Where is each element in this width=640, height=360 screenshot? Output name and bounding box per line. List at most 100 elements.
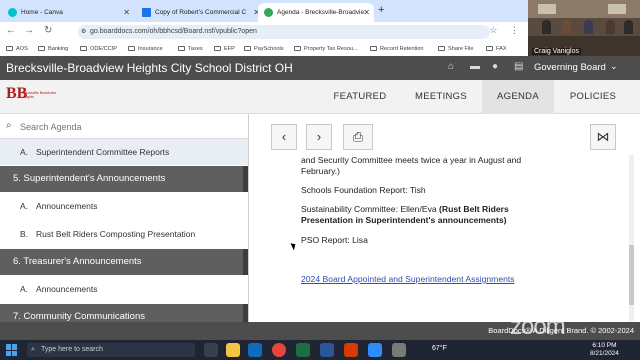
chevron-down-icon[interactable]: ⌄ [610, 61, 618, 72]
search-icon: ⌕ [31, 346, 35, 353]
forward-icon[interactable]: → [24, 25, 34, 36]
chevron-left-icon: ‹ [281, 129, 287, 144]
video-window-shape [608, 4, 626, 14]
content-text: February.) [301, 166, 340, 176]
boarddocs-icon [264, 8, 273, 17]
agenda-item[interactable]: A. Superintendent Committee Reports [0, 139, 248, 165]
agenda-section[interactable]: 7. Community Communications [0, 304, 248, 322]
bookmark-taxes[interactable]: Taxes [178, 42, 203, 56]
agenda-sidebar: ⌕ A.Superintendent Committee Reports 5. … [0, 114, 249, 322]
assignments-link[interactable]: 2024 Board Appointed and Superintendent … [301, 274, 515, 284]
task-view-icon[interactable] [204, 343, 218, 357]
taskbar-search-placeholder: Type here to search [41, 346, 103, 353]
user-icon[interactable]: ● [492, 61, 498, 72]
notes-icon[interactable]: ▤ [514, 61, 523, 72]
bookmark-efp[interactable]: EFP [214, 42, 235, 56]
share-button[interactable]: ⋈ [590, 124, 616, 150]
tab-policies[interactable]: POLICIES [558, 80, 628, 114]
search-input[interactable] [20, 119, 230, 134]
pso-report: PSO Report: Lisa [301, 235, 368, 245]
app-icon[interactable] [392, 343, 406, 357]
agenda-item[interactable]: A. Announcements [0, 193, 248, 219]
next-item-button[interactable]: › [306, 124, 332, 150]
bookmark-record-retention[interactable]: Record Retention [370, 42, 424, 56]
search-icon[interactable]: ⌕ [6, 120, 12, 131]
address-bar-actions[interactable]: ☆ ⋮ [489, 25, 524, 36]
bookmark-aos[interactable]: AOS [6, 42, 28, 56]
content-scrollbar-thumb[interactable] [629, 245, 634, 305]
agenda-item[interactable]: A. Announcements [0, 276, 248, 302]
agenda-section[interactable]: 6. Treasurer's Announcements [0, 249, 248, 275]
bookmark-share-file[interactable]: Share File [438, 42, 474, 56]
print-button[interactable]: ⎙ [343, 124, 373, 150]
tab-featured[interactable]: FEATURED [324, 80, 396, 114]
browser-tab-docs[interactable]: Copy of Robert's Commercial C ✕ [136, 3, 264, 22]
sustainability-report-cont: Presentation in Superintendent's announc… [301, 215, 507, 225]
tab-agenda[interactable]: AGENDA [482, 80, 554, 114]
logo-text: Brecksville Broadview Heights [22, 91, 57, 99]
previous-item-button[interactable]: ‹ [271, 124, 297, 150]
site-header: Brecksville-Broadview Heights City Schoo… [0, 56, 640, 80]
word-icon[interactable] [320, 343, 334, 357]
site-title: Brecksville-Broadview Heights City Schoo… [6, 61, 293, 75]
bookmark-property-tax[interactable]: Property Tax Resou... [294, 42, 358, 56]
share-icon: ⋈ [596, 129, 610, 144]
chrome-icon[interactable] [272, 343, 286, 357]
main-navigation: BB Brecksville Broadview Heights FEATURE… [0, 80, 640, 114]
weather-widget[interactable]: 67°F [432, 345, 447, 352]
url-field[interactable]: ⚙ go.boarddocs.com/oh/bbhcsd/Board.nsf/v… [78, 25, 490, 39]
governing-board-selector[interactable]: Governing Board [534, 62, 606, 73]
system-clock[interactable]: 6:10 PM 8/21/2024 [590, 342, 619, 358]
browser-tab-label: Home - Canva [21, 9, 63, 16]
content-text: and Security Committee meets twice a yea… [301, 155, 522, 165]
bookmark-banking[interactable]: Banking [38, 42, 68, 56]
windows-start-icon[interactable] [6, 344, 18, 356]
folder-icon[interactable]: ▬ [470, 61, 480, 72]
video-person-shape [606, 20, 615, 34]
agenda-item[interactable]: B. Rust Belt Riders Composting Presentati… [0, 221, 248, 247]
browser-tab-canva[interactable]: Home - Canva ✕ [2, 3, 134, 22]
browser-tab-strip: Home - Canva ✕ Copy of Robert's Commerci… [0, 0, 528, 22]
agenda-section[interactable]: 5. Superintendent's Announcements [0, 166, 248, 192]
close-tab-icon[interactable]: ✕ [363, 3, 370, 22]
excel-icon[interactable] [296, 343, 310, 357]
canva-icon [8, 8, 17, 17]
outlook-icon[interactable] [248, 343, 262, 357]
agenda-item-content: and Security Committee meets twice a yea… [256, 155, 634, 321]
close-tab-icon[interactable]: ✕ [123, 3, 130, 22]
reload-icon[interactable]: ↻ [44, 25, 52, 36]
acrobat-icon[interactable] [344, 343, 358, 357]
district-logo: BB Brecksville Broadview Heights [6, 85, 66, 109]
new-tab-button[interactable]: + [378, 4, 384, 16]
address-bar-row: ← → ↻ ⚙ go.boarddocs.com/oh/bbhcsd/Board… [0, 22, 528, 42]
site-info-icon[interactable]: ⚙ [81, 25, 86, 39]
bookmarks-bar: AOS Banking ODE/CCIP Insurance Taxes EFP… [0, 42, 528, 56]
browser-tab-agenda[interactable]: Agenda - Brecksville-Broadvie ✕ [258, 3, 374, 22]
video-person-shape [562, 20, 571, 34]
google-docs-icon [142, 8, 151, 17]
bookmark-insurance[interactable]: Insurance [128, 42, 163, 56]
zoom-video-panel: Craig Vaniglos [528, 0, 640, 62]
windows-taskbar: ⌕ Type here to search 67°F 6:10 PM 8/21/… [0, 340, 640, 360]
browser-tab-label: Copy of Robert's Commercial C [155, 9, 247, 16]
bookmark-payschools[interactable]: PaySchools [244, 42, 284, 56]
bookmark-fax[interactable]: FAX [486, 42, 507, 56]
video-person-shape [542, 20, 551, 34]
tab-meetings[interactable]: MEETINGS [404, 80, 478, 114]
home-icon[interactable]: ⌂ [448, 61, 454, 72]
video-person-shape [584, 20, 593, 34]
zoom-watermark: zoom [510, 313, 566, 340]
back-icon[interactable]: ← [6, 25, 16, 36]
taskbar-search[interactable]: ⌕ Type here to search [27, 343, 195, 357]
video-person-shape [624, 20, 633, 34]
participant-name: Craig Vaniglos [532, 48, 582, 55]
bookmark-ode-ccip[interactable]: ODE/CCIP [80, 42, 117, 56]
file-explorer-icon[interactable] [226, 343, 240, 357]
print-icon: ⎙ [352, 129, 364, 144]
clock-time: 6:10 PM [592, 342, 617, 349]
clock-date: 8/21/2024 [590, 350, 619, 357]
agenda-search: ⌕ [0, 114, 248, 139]
zoom-app-icon[interactable] [368, 343, 382, 357]
browser-tab-label: Agenda - Brecksville-Broadvie [277, 9, 365, 16]
chevron-right-icon: › [316, 129, 322, 144]
